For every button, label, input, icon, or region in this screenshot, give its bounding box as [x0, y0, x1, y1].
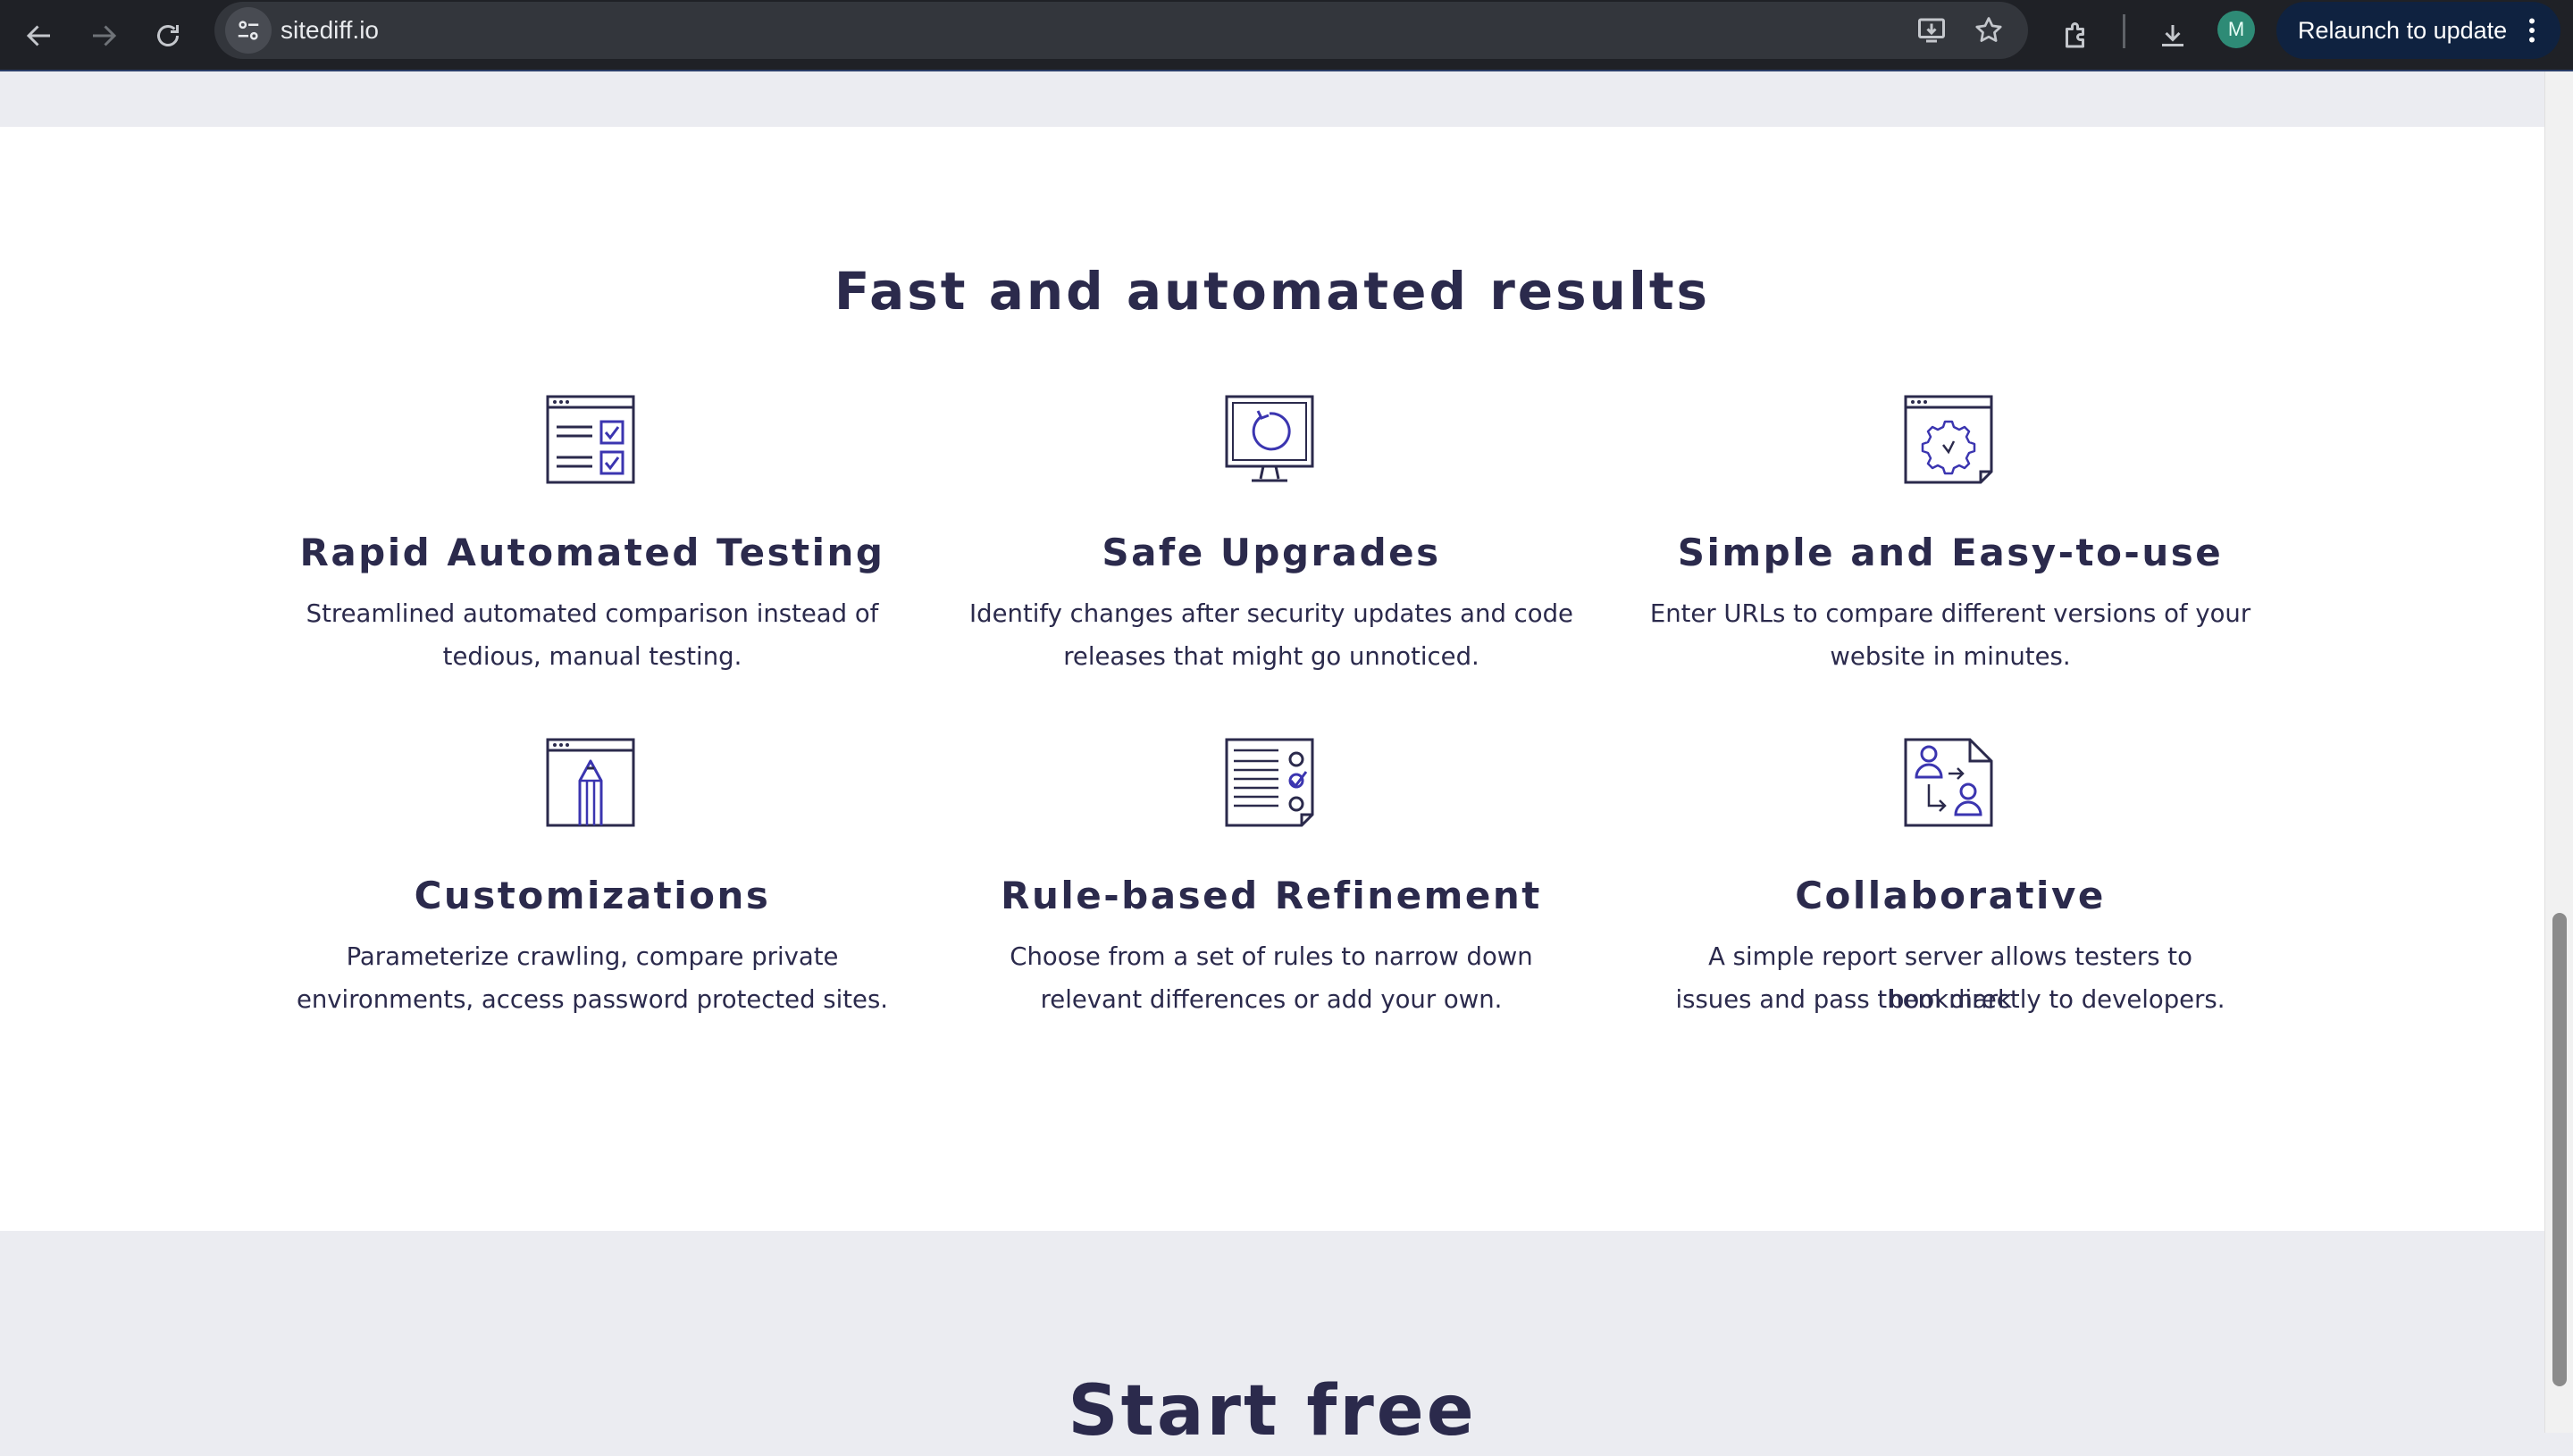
reload-button[interactable]: [139, 7, 197, 64]
feature-description-line: environments, access password protected …: [296, 985, 889, 1014]
monitor-refresh-icon: [1225, 395, 1314, 482]
site-info-button[interactable]: [225, 7, 272, 54]
feature-description-line: Choose from a set of rules to narrow dow…: [1010, 942, 1533, 971]
install-app-icon: [1918, 18, 1945, 43]
profile-avatar[interactable]: M: [2217, 11, 2255, 48]
downloads-button[interactable]: [2144, 7, 2201, 64]
document-options-icon: [1225, 738, 1314, 827]
back-button[interactable]: [11, 7, 68, 64]
feature-title: Rapid Automated Testing: [299, 531, 885, 574]
start-free-heading: Start free: [1068, 1371, 1477, 1452]
bookmark-star-icon: [1975, 17, 2002, 42]
back-icon: [26, 25, 50, 46]
site-info-icon: [238, 21, 259, 40]
feature-description-line: Enter URLs to compare different versions…: [1649, 599, 2251, 628]
relaunch-label: Relaunch to update: [2298, 17, 2508, 44]
feature-title: Rule-based Refinement: [1001, 874, 1542, 917]
feature-description-line: Identify changes after security updates …: [969, 599, 1573, 628]
pencil-window-icon: [546, 738, 635, 827]
feature-description-line: Parameterize crawling, compare private: [346, 942, 839, 971]
feature-description-line: issues and pass them directly to develop…: [1675, 985, 2225, 1014]
feature-customizations: Customizations Parameterize crawling, co…: [289, 738, 896, 1014]
feature-simple-and-easy-to-use: Simple and Easy-to-use Enter URLs to com…: [1647, 395, 2254, 671]
reload-icon: [157, 25, 179, 46]
feature-rule-based-refinement: Rule-based Refinement Choose from a set …: [968, 738, 1575, 1014]
feature-title: Customizations: [414, 874, 771, 917]
feature-title: Simple and Easy-to-use: [1677, 531, 2224, 574]
feature-title: Safe Upgrades: [1102, 531, 1441, 574]
toolbar-separator: [2123, 14, 2125, 48]
install-app-button[interactable]: [1908, 7, 1955, 54]
more-vert-icon: [2529, 18, 2535, 43]
bookmark-button[interactable]: [1965, 7, 2012, 54]
page-scrollbar[interactable]: [2544, 71, 2573, 1433]
feature-description-line: releases that might go unnoticed.: [1063, 642, 1479, 671]
features-section: Fast and automated results Rapid Automat…: [0, 127, 2544, 1231]
users-exchange-icon: [1904, 738, 1993, 827]
checklist-window-icon: [546, 395, 635, 484]
forward-button[interactable]: [75, 7, 132, 64]
url-text[interactable]: sitediff.io: [281, 2, 379, 59]
extensions-button[interactable]: [2048, 7, 2105, 64]
feature-description-line: website in minutes.: [1830, 642, 2071, 671]
browser-toolbar: sitediff.io M Relaunch to update: [0, 0, 2573, 71]
feature-rapid-automated-testing: Rapid Automated Testing Streamlined auto…: [289, 395, 896, 671]
feature-description-line: relevant differences or add your own.: [1040, 985, 1503, 1014]
gear-window-icon: [1904, 395, 1993, 484]
downloads-icon: [2162, 25, 2183, 46]
feature-description-line: Streamlined automated comparison instead…: [306, 599, 879, 628]
feature-safe-upgrades: Safe Upgrades Identify changes after sec…: [968, 395, 1575, 671]
feature-title: Collaborative: [1795, 874, 2106, 917]
previous-section-band: [0, 71, 2544, 127]
feature-description-line: tedious, manual testing.: [442, 642, 742, 671]
address-bar[interactable]: sitediff.io: [214, 2, 2028, 59]
forward-icon: [93, 25, 117, 46]
section-title: Fast and automated results: [834, 261, 1711, 322]
feature-collaborative: Collaborative A simple report server all…: [1647, 738, 2254, 1014]
scrollbar-thumb[interactable]: [2552, 913, 2567, 1386]
relaunch-to-update-button[interactable]: Relaunch to update: [2276, 2, 2560, 59]
extensions-icon: [2066, 22, 2084, 48]
